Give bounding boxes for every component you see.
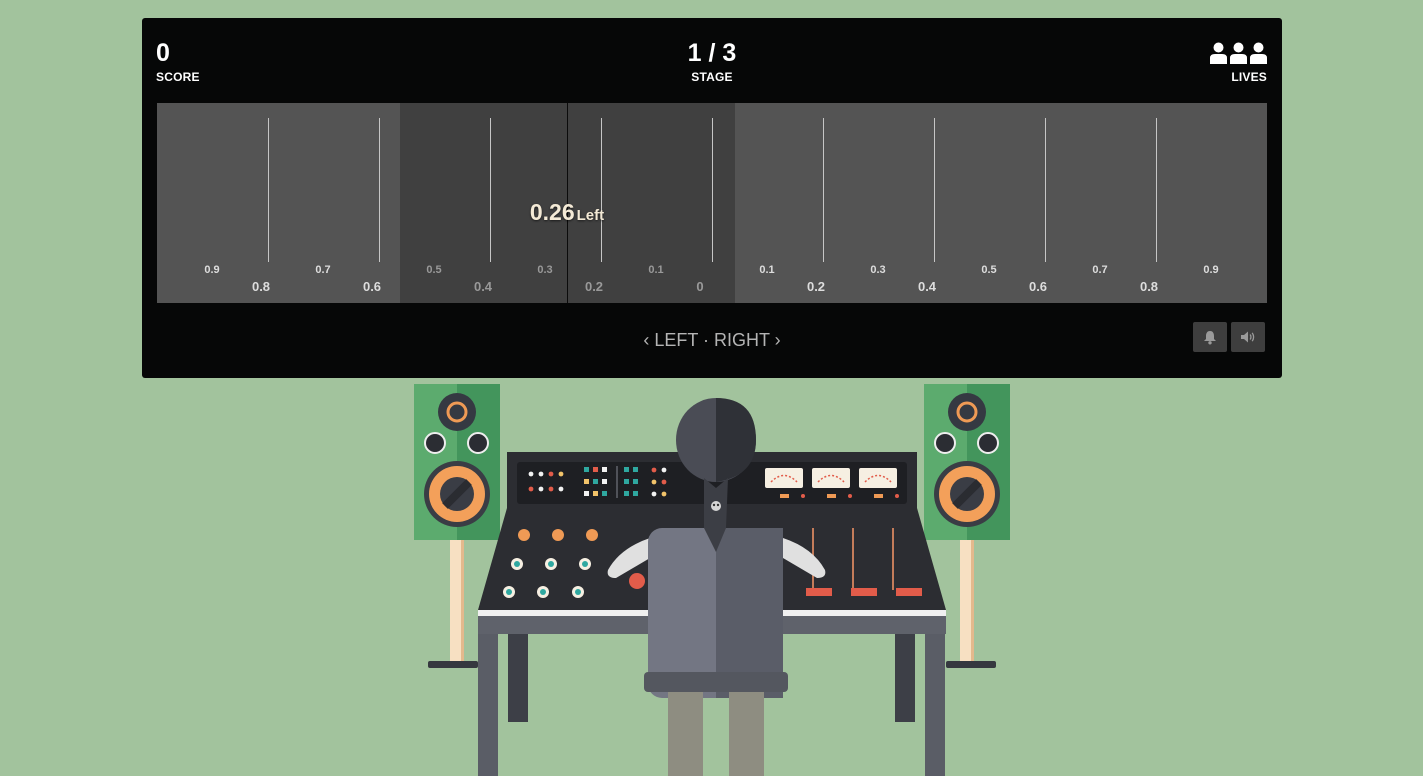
speaker-icon [1241,331,1255,343]
tick-minor: 0.1 [759,264,775,276]
tick-major: 0 [696,279,704,294]
readout-direction: Left [576,207,605,224]
bell-button[interactable] [1193,322,1227,352]
tick-minor: 0.3 [870,264,886,276]
tick-major: 0.2 [806,279,826,294]
readout-value: 0.26 [529,199,575,225]
speaker-left-icon [414,384,500,540]
grid-line [1156,118,1157,262]
tick-major: 0.8 [251,279,271,294]
bell-icon [1204,330,1216,344]
tick-minor: 0.7 [315,264,331,276]
grid-line [268,118,269,262]
desk-leg [478,620,498,776]
tick-major: 0.4 [473,279,493,294]
tick-major: 0.6 [1028,279,1048,294]
pan-scale[interactable]: 0.9 0.7 0.5 0.3 0.1 0.1 0.3 0.5 0.7 0.9 … [157,103,1267,303]
stage-label: STAGE [691,70,733,84]
game-panel: 0 SCORE 1 / 3 STAGE LIVES 0.9 0.7 0.5 0.… [142,18,1282,378]
lives-indicator [1210,42,1267,66]
tick-minor: 0.9 [1203,264,1219,276]
desk-leg [895,620,915,722]
tick-major: 0.4 [917,279,937,294]
speaker-right-icon [924,384,1010,540]
tick-minor: 0.1 [648,264,664,276]
controls-hint: ‹ LEFT · RIGHT › [643,330,781,350]
grid-line [490,118,491,262]
position-readout: 0.26 Left [530,199,604,226]
tick-minor: 0.7 [1092,264,1108,276]
tick-minor: 0.3 [537,264,553,276]
desk-leg [508,620,528,722]
lives-label: LIVES [1231,70,1267,84]
grid-line [934,118,935,262]
speaker-stand-left [428,540,478,668]
tick-major: 0.6 [362,279,382,294]
grid-line [823,118,824,262]
tick-major: 0.2 [584,279,604,294]
speaker-stand-right [946,540,996,668]
grid-line [1045,118,1046,262]
studio-illustration [414,384,1010,776]
grid-line [601,118,602,262]
grid-line [712,118,713,262]
person-icon [1210,42,1227,64]
tick-major: 0.8 [1139,279,1159,294]
person-icon [1230,42,1247,64]
desk-leg [925,620,945,776]
stage-value: 1 / 3 [687,39,737,67]
tick-minor: 0.5 [981,264,997,276]
sound-button[interactable] [1231,322,1265,352]
tick-minor: 0.9 [204,264,220,276]
person-icon [1250,42,1267,64]
grid-line [379,118,380,262]
tick-minor: 0.5 [426,264,442,276]
